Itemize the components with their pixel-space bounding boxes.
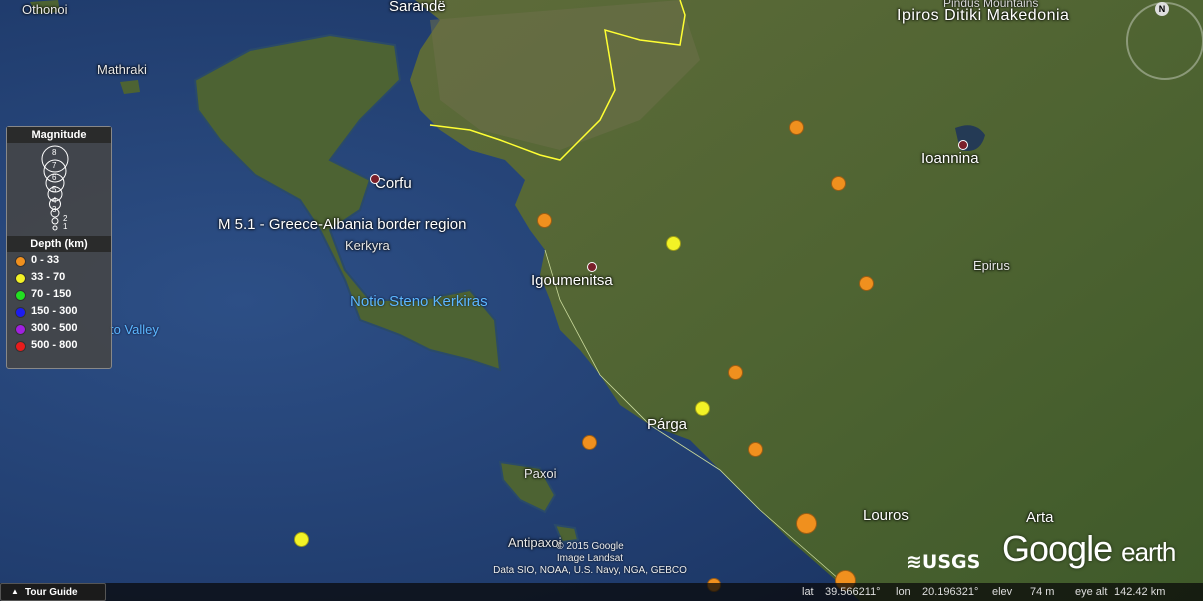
depth-dot [15, 290, 26, 301]
eye-value: 142.42 km [1114, 586, 1166, 598]
label-othonoi: Othonoi [22, 2, 68, 17]
earthquake-label[interactable]: M 5.1 - Greece-Albania border region [218, 216, 466, 233]
depth-label: 500 - 800 [31, 339, 78, 351]
depth-dot [15, 341, 26, 352]
quake-marker[interactable] [666, 236, 681, 251]
mag-label-1: 1 [63, 222, 68, 231]
quake-marker[interactable] [294, 532, 309, 547]
depth-label: 150 - 300 [31, 305, 78, 317]
compass-north-icon[interactable]: N [1155, 2, 1169, 16]
mag-label-7: 7 [52, 161, 57, 170]
magnitude-circles [41, 145, 69, 231]
city-marker-igoumenitsa[interactable] [587, 262, 597, 272]
lat-value: 39.566211° [825, 586, 881, 598]
quake-marker[interactable] [695, 401, 710, 416]
label-epirus: Epirus [973, 258, 1010, 273]
google-earth-logo: Google earth [1002, 528, 1176, 570]
quake-marker[interactable] [748, 442, 763, 457]
quake-marker[interactable] [728, 365, 743, 380]
label-corfu: Corfu [375, 175, 412, 192]
navigation-compass[interactable]: N [1126, 2, 1203, 80]
magnitude-title: Magnitude [7, 127, 111, 143]
city-marker-corfu[interactable] [370, 174, 380, 184]
mag-label-6: 6 [52, 173, 57, 182]
label-valley: to Valley [110, 322, 159, 337]
quake-marker[interactable] [831, 176, 846, 191]
depth-row: 70 - 150 [7, 286, 111, 303]
label-louros: Louros [863, 507, 909, 524]
depth-dot [15, 273, 26, 284]
depth-label: 33 - 70 [31, 271, 66, 283]
label-ipiros: Ipiros Ditiki Makedonia [897, 7, 1070, 24]
depth-dot [15, 256, 26, 267]
google-word: Google [1002, 528, 1113, 569]
depth-label: 70 - 150 [31, 288, 72, 300]
depth-title: Depth (km) [7, 236, 111, 252]
quake-marker[interactable] [859, 276, 874, 291]
mag-label-5: 5 [52, 185, 57, 194]
mag-label-8: 8 [52, 148, 57, 157]
attribution-line: © 2015 Google [556, 541, 624, 552]
depth-label: 0 - 33 [31, 254, 60, 266]
label-paxoi: Paxoi [524, 466, 557, 481]
city-marker-ioannina[interactable] [958, 140, 968, 150]
tour-guide-button[interactable]: ▲ Tour Guide [0, 583, 106, 601]
quake-marker[interactable] [537, 213, 552, 228]
legend-panel: Magnitude 8 7 6 5 4 3 2 1 Depth (km) 0 -… [6, 126, 112, 369]
lat-label: lat [802, 586, 814, 598]
label-sarande: Sarandë [389, 0, 446, 15]
triangle-up-icon: ▲ [11, 587, 19, 596]
mag-label-4: 4 [52, 196, 57, 205]
elev-label: elev [992, 586, 1013, 598]
depth-row: 500 - 800 [7, 337, 111, 354]
label-ioannina: Ioannina [921, 150, 979, 167]
magnitude-scale: 8 7 6 5 4 3 2 1 [7, 143, 111, 236]
label-mathraki: Mathraki [97, 62, 147, 77]
usgs-logo: ≋USGS [906, 551, 981, 573]
status-bar: lat 39.566211° lon 20.196321° elev 74 m … [0, 583, 1203, 601]
label-parga: Párga [647, 416, 688, 433]
label-arta: Arta [1026, 509, 1054, 526]
mag-label-3: 3 [52, 205, 57, 214]
attribution-line: Image Landsat [556, 553, 624, 564]
depth-dot [15, 307, 26, 318]
depth-dot [15, 324, 26, 335]
elev-value: 74 m [1030, 586, 1055, 598]
satellite-map[interactable] [0, 0, 1203, 601]
tour-guide-label: Tour Guide [25, 587, 78, 598]
quake-marker[interactable] [796, 513, 817, 534]
attribution-line: Data SIO, NOAA, U.S. Navy, NGA, GEBCO [493, 565, 687, 576]
label-kerkyra: Kerkyra [345, 238, 390, 253]
eye-label: eye alt [1075, 586, 1108, 598]
depth-row: 150 - 300 [7, 303, 111, 320]
lon-label: lon [896, 586, 911, 598]
attribution: © 2015 Google Image Landsat Data SIO, NO… [480, 541, 700, 577]
depth-label: 300 - 500 [31, 322, 78, 334]
depth-row: 33 - 70 [7, 269, 111, 286]
depth-row: 0 - 33 [7, 252, 111, 269]
label-igoumenitsa: Igoumenitsa [531, 272, 613, 289]
lon-value: 20.196321° [922, 586, 979, 598]
quake-marker[interactable] [789, 120, 804, 135]
label-notio-steno: Notio Steno Kerkiras [350, 293, 488, 310]
quake-marker[interactable] [582, 435, 597, 450]
earth-word: earth [1121, 537, 1176, 567]
depth-row: 300 - 500 [7, 320, 111, 337]
